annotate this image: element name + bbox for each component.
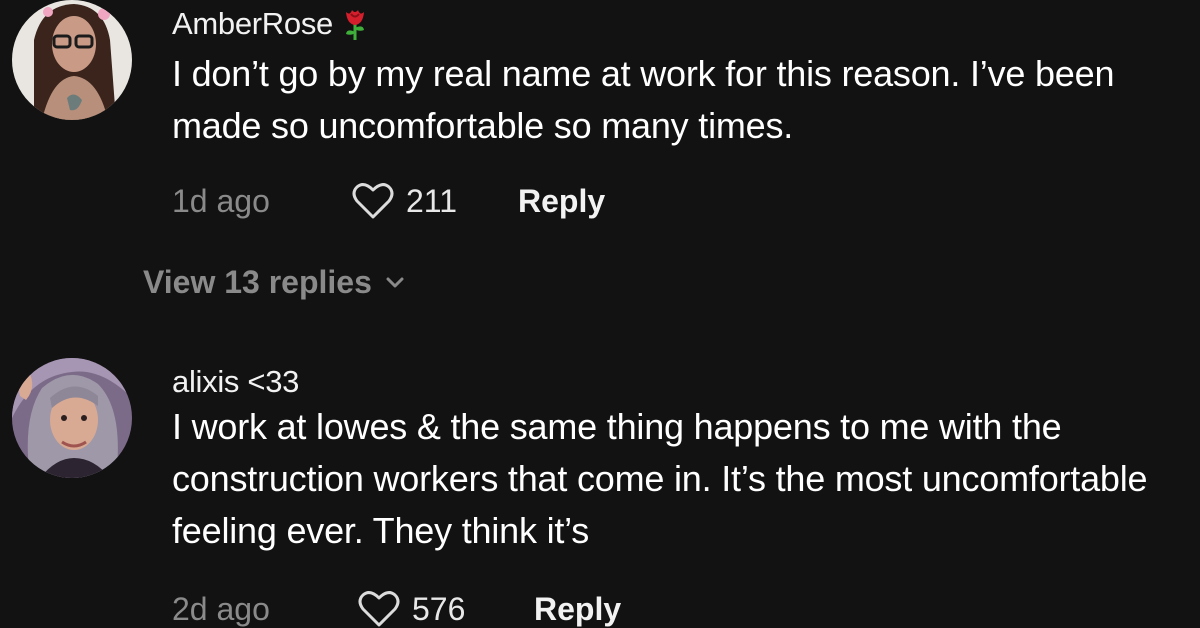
reply-button[interactable]: Reply — [534, 591, 621, 628]
reply-button[interactable]: Reply — [518, 183, 605, 220]
heart-icon[interactable] — [352, 182, 394, 220]
comment-meta: 1d ago 211 Reply — [172, 182, 605, 220]
timestamp: 1d ago — [172, 182, 270, 219]
username[interactable]: AmberRose — [172, 6, 1180, 42]
username[interactable]: alixis <33 — [172, 364, 1180, 400]
comment-text: I don’t go by my real name at work for t… — [172, 53, 1115, 146]
comment-item: AmberRose I don’t go by my real name at … — [0, 0, 1200, 340]
heart-icon[interactable] — [358, 590, 400, 628]
comment-meta: 2d ago 576 Reply — [172, 590, 621, 628]
username-text[interactable]: alixis <33 — [172, 364, 299, 400]
username-text[interactable]: AmberRose — [172, 6, 333, 42]
like-button[interactable]: 211 — [352, 182, 518, 220]
like-count: 576 — [412, 590, 466, 627]
comment-body: alixis <33 I work at lowes & the same th… — [172, 364, 1180, 557]
comment-body: AmberRose I don’t go by my real name at … — [172, 6, 1180, 152]
avatar[interactable] — [12, 358, 132, 478]
like-button[interactable]: 576 — [358, 590, 534, 628]
like-count: 211 — [406, 182, 458, 219]
comment-text: I work at lowes & the same thing happens… — [172, 406, 1148, 551]
avatar[interactable] — [12, 0, 132, 120]
comment-item: alixis <33 I work at lowes & the same th… — [0, 358, 1200, 627]
rose-icon — [341, 6, 369, 42]
timestamp: 2d ago — [172, 590, 270, 627]
view-replies-label[interactable]: View 13 replies — [143, 264, 372, 301]
view-replies-button[interactable]: View 13 replies — [143, 264, 404, 301]
chevron-down-icon[interactable] — [386, 277, 404, 289]
